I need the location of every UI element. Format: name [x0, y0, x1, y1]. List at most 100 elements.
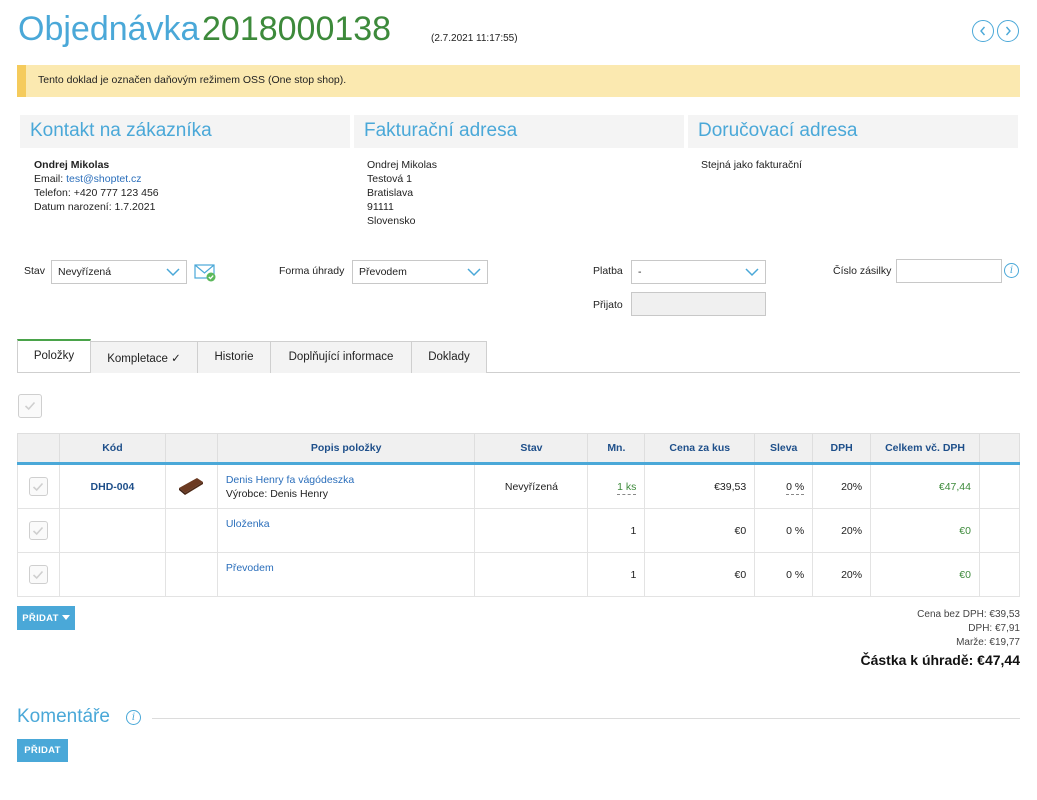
customer-email-link[interactable]: test@shoptet.cz — [66, 173, 141, 185]
checkmark-icon — [33, 570, 44, 579]
tab-doklady[interactable]: Doklady — [411, 341, 487, 373]
col-header-code[interactable]: Kód — [58, 433, 166, 465]
item-unit-price: €0 — [644, 508, 756, 553]
chevron-down-icon — [166, 268, 180, 277]
billing-line: 91111 — [367, 201, 394, 213]
comments-info-icon[interactable]: i — [126, 710, 141, 725]
add-item-button[interactable]: PŘIDAT — [17, 606, 75, 630]
comments-heading: Komentáře — [17, 706, 110, 727]
row-checkbox[interactable] — [28, 477, 48, 496]
col-header-description[interactable]: Popis položky — [216, 433, 476, 465]
payment-form-select[interactable]: Převodem — [352, 260, 488, 284]
item-qty: 1 — [587, 552, 646, 597]
contact-heading: Kontakt na zákazníka — [20, 115, 350, 148]
item-qty-cell: 1 ks — [587, 463, 646, 509]
col-header-vat[interactable]: DPH — [812, 433, 872, 465]
item-qty[interactable]: 1 ks — [617, 480, 637, 495]
item-image-cell — [164, 552, 218, 597]
item-manufacturer: Výrobce: Denis Henry — [225, 487, 328, 500]
add-comment-button[interactable]: PŘIDAT — [17, 739, 68, 762]
item-total: €0 — [870, 552, 980, 597]
col-header-status[interactable]: Stav — [474, 433, 589, 465]
item-code — [58, 508, 166, 553]
item-discount: 0 % — [754, 552, 814, 597]
payment-form-value: Převodem — [359, 266, 407, 278]
customer-phone: Telefon: +420 777 123 456 — [34, 187, 159, 199]
received-input — [631, 292, 766, 316]
items-table: Kód Popis položky Stav Mn. Cena za kus S… — [17, 433, 1021, 597]
tab-doplnujici-informace[interactable]: Doplňující informace — [270, 341, 412, 373]
payment-value: - — [638, 266, 642, 278]
table-row: DHD-004 Denis Henry fa vágódeszka Výrobc… — [17, 463, 1021, 509]
item-name-link[interactable]: Převodem — [226, 562, 467, 574]
tab-historie[interactable]: Historie — [197, 341, 271, 373]
order-datetime: (2.7.2021 11:17:55) — [431, 33, 518, 44]
oss-notice: Tento doklad je označen daňovým režimem … — [17, 65, 1020, 97]
envelope-check-icon — [194, 264, 216, 282]
total-vat: DPH: €7,91 — [968, 623, 1020, 634]
status-select[interactable]: Nevyřízená — [51, 260, 187, 284]
item-vat: 20% — [812, 508, 872, 553]
total-due: Částka k úhradě: €47,44 — [860, 652, 1020, 668]
col-header — [164, 433, 218, 465]
billing-line: Ondrej Mikolas — [367, 159, 438, 171]
billing-line: Testová 1 — [367, 173, 412, 185]
status-label: Stav — [24, 265, 46, 277]
chevron-down-icon — [745, 268, 759, 277]
item-discount-cell: 0 % — [754, 463, 814, 509]
item-status — [474, 508, 589, 553]
tracking-number-input[interactable] — [896, 259, 1002, 283]
col-header-discount[interactable]: Sleva — [754, 433, 814, 465]
item-discount[interactable]: 0 % — [786, 480, 805, 495]
checkmark-icon — [33, 482, 44, 491]
col-header — [978, 433, 1021, 465]
item-code[interactable]: DHD-004 — [58, 463, 166, 509]
item-name-link[interactable]: Denis Henry fa vágódeszka — [226, 474, 467, 486]
send-status-email-button[interactable] — [194, 262, 218, 282]
payment-select[interactable]: - — [631, 260, 766, 284]
item-description-cell: Převodem — [216, 552, 476, 597]
add-item-label: PŘIDAT — [22, 612, 59, 624]
tab-kompletace[interactable]: Kompletace ✓ — [90, 341, 198, 373]
billing-line: Slovensko — [367, 215, 416, 227]
col-header-total[interactable]: Celkem vč. DPH — [870, 433, 980, 465]
table-row: Uloženka 1 €0 0 % 20% €0 — [17, 508, 1021, 553]
item-qty: 1 — [587, 508, 646, 553]
checkmark-icon — [24, 401, 36, 411]
previous-order-button[interactable] — [972, 20, 994, 42]
comments-divider — [152, 718, 1020, 719]
status-value: Nevyřízená — [58, 266, 112, 278]
select-all-checkbox[interactable] — [18, 394, 42, 418]
row-actions-cell — [978, 463, 1021, 509]
table-row: Převodem 1 €0 0 % 20% €0 — [17, 552, 1021, 597]
order-number: 2018000138 — [202, 10, 392, 48]
tab-polozky[interactable]: Položky — [17, 339, 91, 372]
row-checkbox[interactable] — [28, 565, 48, 584]
col-header-qty[interactable]: Mn. — [587, 433, 646, 465]
row-checkbox-cell — [17, 552, 60, 597]
col-header-unit-price[interactable]: Cena za kus — [644, 433, 756, 465]
table-header-row: Kód Popis položky Stav Mn. Cena za kus S… — [17, 433, 1021, 465]
row-checkbox-cell — [17, 463, 60, 509]
billing-line: Bratislava — [367, 187, 414, 199]
chevron-left-icon — [980, 26, 986, 36]
total-net: Cena bez DPH: €39,53 — [917, 609, 1020, 620]
row-checkbox[interactable] — [28, 521, 48, 540]
caret-down-icon — [61, 615, 70, 620]
item-status: Nevyřízená — [474, 463, 589, 509]
info-icon[interactable]: i — [1004, 263, 1019, 278]
chevron-right-icon — [1005, 26, 1011, 36]
item-total: €47,44 — [870, 463, 980, 509]
order-totals: Cena bez DPH: €39,53 DPH: €7,91 Marže: €… — [860, 608, 1020, 667]
item-image-cell — [164, 508, 218, 553]
payment-label: Platba — [593, 265, 623, 277]
item-name-link[interactable]: Uloženka — [226, 518, 467, 530]
customer-name: Ondrej Mikolas — [34, 159, 110, 171]
item-description-cell: Uloženka — [216, 508, 476, 553]
contact-details: Ondrej Mikolas Email: test@shoptet.cz Te… — [34, 158, 159, 214]
billing-heading: Fakturační adresa — [354, 115, 684, 148]
item-vat: 20% — [812, 552, 872, 597]
received-label: Přijato — [593, 299, 623, 311]
product-thumbnail[interactable] — [177, 474, 205, 496]
next-order-button[interactable] — [997, 20, 1019, 42]
